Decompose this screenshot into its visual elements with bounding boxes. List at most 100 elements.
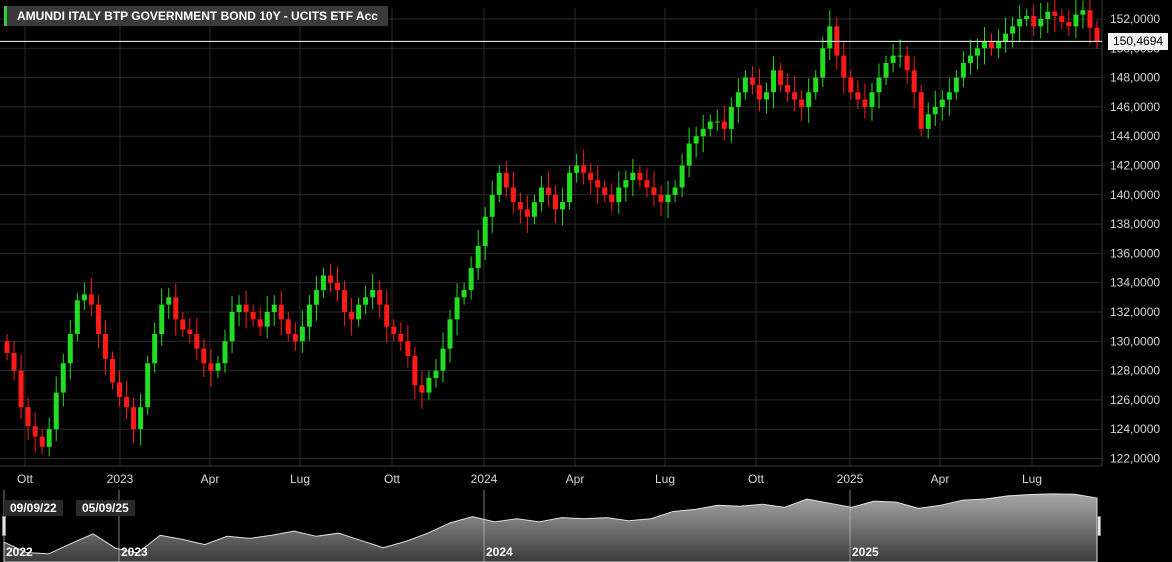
range-start-date[interactable]: 09/09/22 — [4, 500, 63, 516]
candle-body — [721, 121, 727, 129]
candle-body — [517, 202, 523, 210]
candle-body — [531, 202, 537, 217]
range-end-date[interactable]: 05/09/25 — [76, 500, 135, 516]
candle-body — [222, 341, 228, 364]
candle-body — [299, 326, 305, 342]
candle-body — [771, 70, 777, 93]
candle-body — [869, 92, 875, 107]
candle-body — [904, 55, 910, 71]
candle-body — [194, 333, 200, 349]
candle-body — [363, 297, 369, 305]
candle-body — [609, 194, 615, 203]
candle-body — [461, 290, 467, 298]
y-tick-label: 126,0000 — [1110, 393, 1160, 407]
candle-body — [53, 392, 59, 430]
x-tick-label: Apr — [931, 472, 950, 486]
candle-body — [124, 396, 130, 408]
candle-body — [131, 407, 137, 430]
candle-body — [95, 304, 101, 334]
candle-body — [785, 84, 791, 93]
navigator-right-handle[interactable] — [1097, 516, 1101, 536]
candle-body — [742, 77, 748, 93]
candle-body — [1073, 14, 1079, 27]
candle-body — [693, 136, 699, 144]
candle-body — [679, 165, 685, 188]
candle-body — [524, 209, 530, 217]
candle-body — [953, 77, 959, 93]
candle-body — [967, 55, 973, 63]
candle-body — [320, 275, 326, 291]
candle-body — [46, 429, 52, 447]
x-tick-label: Apr — [201, 472, 220, 486]
navigator-left-handle[interactable] — [2, 516, 6, 536]
candle-body — [292, 333, 298, 342]
candle-body — [306, 304, 312, 327]
x-tick-label: 2025 — [837, 472, 864, 486]
candle-body — [996, 40, 1002, 49]
candle-body — [32, 426, 38, 437]
candle-body — [503, 172, 509, 188]
candle-body — [201, 348, 207, 364]
navigator[interactable]: 2022 2023 2024 2025 — [0, 490, 1172, 562]
candle-body — [236, 304, 242, 312]
y-tick-label: 142,0000 — [1110, 159, 1160, 173]
candle-body — [637, 172, 643, 181]
candle-body — [440, 348, 446, 371]
y-tick-label: 152,0000 — [1110, 12, 1160, 26]
y-tick-label: 146,0000 — [1110, 100, 1160, 114]
candle-body — [855, 92, 861, 100]
x-tick-label: 2023 — [107, 472, 134, 486]
candle-body — [897, 55, 903, 57]
candle-body — [117, 382, 123, 397]
chart-background — [0, 0, 1172, 562]
candle-body — [756, 84, 762, 100]
candle-body — [806, 92, 812, 107]
candle-body — [630, 172, 636, 181]
candle-body — [391, 326, 397, 334]
candle-body — [1031, 16, 1037, 27]
y-tick-label: 124,0000 — [1110, 422, 1160, 436]
candle-body — [342, 290, 348, 312]
candle-body — [1024, 16, 1030, 19]
candle-body — [152, 333, 158, 364]
candle-body — [208, 363, 214, 371]
candle-body — [1066, 21, 1072, 27]
candle-body — [11, 353, 17, 371]
price-chart[interactable]: 122,0000 124,0000 126,0000 128,0000 130,0000… — [0, 0, 1172, 562]
x-tick-label: Lug — [1022, 472, 1042, 486]
candle-body — [960, 62, 966, 78]
candle-body — [714, 121, 720, 123]
candle-body — [588, 172, 594, 181]
candle-body — [939, 99, 945, 107]
candle-body — [138, 407, 144, 430]
candle-body — [553, 194, 559, 210]
candle-body — [974, 48, 980, 56]
candle-body — [74, 300, 80, 334]
candle-body — [412, 355, 418, 386]
candle-body — [911, 70, 917, 93]
candle-body — [426, 377, 432, 393]
candle-body — [229, 312, 235, 342]
candle-body — [1038, 19, 1044, 27]
candle-body — [749, 77, 755, 85]
candle-body — [250, 312, 256, 320]
y-tick-label: 130,0000 — [1110, 334, 1160, 348]
candle-body — [102, 333, 108, 359]
candle-body — [545, 187, 551, 195]
candle-body — [989, 40, 995, 49]
candle-body — [644, 180, 650, 188]
x-tick-label: Ott — [17, 472, 34, 486]
candle-body — [180, 319, 186, 330]
candle-body — [567, 172, 573, 203]
candle-body — [433, 370, 439, 378]
candle-body — [384, 304, 390, 327]
candle-body — [581, 165, 587, 173]
candle-body — [595, 180, 601, 188]
candle-body — [700, 128, 706, 137]
x-tick-label: Ott — [748, 472, 765, 486]
candle-body — [278, 304, 284, 320]
candle-body — [257, 319, 263, 327]
candle-body — [166, 297, 172, 305]
candle-body — [187, 329, 193, 334]
candle-body — [482, 216, 488, 247]
